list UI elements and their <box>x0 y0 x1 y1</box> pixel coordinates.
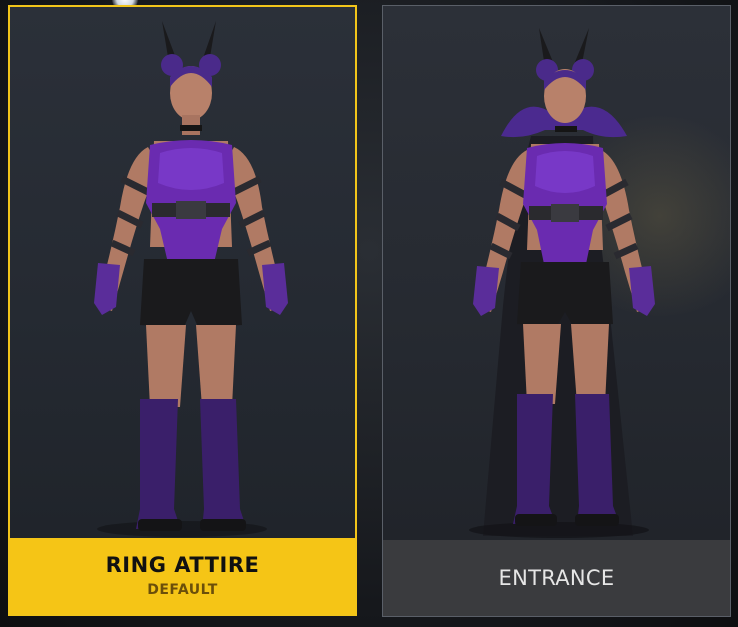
entrance-label-panel: ENTRANCE <box>383 540 730 616</box>
ring-attire-card[interactable]: RING ATTIRE DEFAULT <box>8 5 357 616</box>
entrance-card[interactable]: ENTRANCE <box>382 5 731 617</box>
ring-attire-title: RING ATTIRE <box>105 553 260 577</box>
entrance-title: ENTRANCE <box>498 566 615 590</box>
wrestler-render-entrance <box>383 6 730 546</box>
ring-attire-subtitle: DEFAULT <box>147 582 218 598</box>
ring-attire-label-panel: RING ATTIRE DEFAULT <box>10 538 355 614</box>
wrestler-render-ring <box>10 7 355 547</box>
